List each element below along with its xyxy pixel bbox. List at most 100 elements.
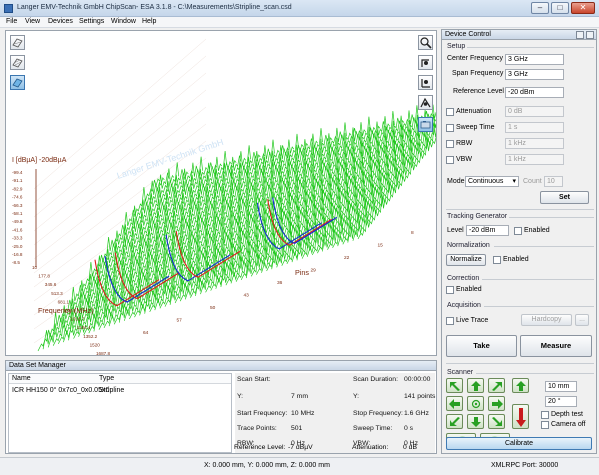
- move-up-right-button[interactable]: [488, 378, 505, 393]
- take-button[interactable]: Take: [446, 335, 517, 357]
- rotate-icon[interactable]: [418, 55, 433, 70]
- normalize-button[interactable]: Normalize: [446, 254, 486, 266]
- scan-duration-label: Scan Duration:: [353, 376, 398, 383]
- vbw-label: VBW: [456, 156, 472, 163]
- waterfall-plot[interactable]: I [dBµA] -20dBµA -99.4 -91.1 -82.9 -74.6 -66.…: [5, 30, 437, 356]
- move-down-button[interactable]: [467, 414, 484, 429]
- app-icon: [4, 4, 13, 13]
- stop-frequency-value: 1.6 GHz: [404, 410, 429, 417]
- move-icon[interactable]: [418, 95, 433, 110]
- move-down-right-button[interactable]: [488, 414, 505, 429]
- frequency-tick-label: 177.8: [38, 274, 50, 279]
- menu-help[interactable]: Help: [142, 18, 156, 25]
- reference-level-label: Reference Level: [453, 88, 504, 95]
- tracking-level-field[interactable]: -20 dBm: [466, 225, 509, 236]
- y-value: 7 mm: [291, 393, 308, 400]
- normalization-title: Normalization: [447, 242, 490, 249]
- correction-title: Correction: [447, 275, 480, 282]
- move-z-down-button[interactable]: [512, 404, 529, 429]
- tracking-level-label: Level: [447, 227, 464, 234]
- maximize-button[interactable]: □: [551, 2, 569, 14]
- camera-off-checkbox[interactable]: [541, 421, 549, 429]
- y-tick-label: -16.8: [12, 252, 23, 257]
- vbw-field[interactable]: 1 kHz: [505, 154, 564, 165]
- menu-view[interactable]: View: [25, 18, 40, 25]
- start-frequency-label: Start Frequency:: [237, 410, 288, 417]
- reference-level-info-label: Reference Level:: [234, 444, 286, 451]
- status-bar: X: 0.000 mm, Y: 0.000 mm, Z: 0.000 mm XM…: [0, 457, 599, 475]
- y-tick-label: -49.8: [12, 219, 23, 224]
- plot-view-icon[interactable]: [10, 35, 25, 50]
- menu-window[interactable]: Window: [111, 18, 136, 25]
- column-name-header[interactable]: Name: [12, 375, 31, 382]
- row-name-cell: ICR HH150 0° 0x7c0_0x0.05x0: [12, 387, 110, 394]
- menu-file[interactable]: File: [6, 18, 17, 25]
- move-right-button[interactable]: [488, 396, 505, 411]
- pin-tick-label: 15: [378, 243, 384, 249]
- rotation-angle-field[interactable]: 20 °: [545, 396, 577, 407]
- calibrate-button[interactable]: Calibrate: [446, 437, 592, 450]
- y-tick-label: -8.5: [12, 260, 20, 265]
- table-row[interactable]: ICR HH150 0° 0x7c0_0x0.05x0 Stripline: [10, 386, 230, 396]
- depth-test-checkbox[interactable]: [541, 411, 549, 419]
- device-control-title: Device Control: [445, 31, 491, 38]
- move-up-button[interactable]: [467, 378, 484, 393]
- move-left-button[interactable]: [446, 396, 463, 411]
- scan-duration-value: 00:00:00: [404, 376, 431, 383]
- sweep-time-field[interactable]: 1 s: [505, 122, 564, 133]
- step-size-field[interactable]: 10 mm: [545, 381, 577, 392]
- camera-off-label: Camera off: [551, 421, 586, 428]
- sweep-time-checkbox[interactable]: [446, 124, 454, 132]
- pan-icon[interactable]: [418, 75, 433, 90]
- rbw-checkbox[interactable]: [446, 140, 454, 148]
- y-tick-label: -82.9: [12, 186, 23, 191]
- close-panel-button[interactable]: [586, 31, 594, 39]
- menu-bar: File View Devices Settings Window Help: [0, 17, 599, 28]
- correction-enabled-checkbox[interactable]: [446, 286, 454, 294]
- pin-tick-label: 36: [277, 280, 283, 286]
- move-up-left-button[interactable]: [446, 378, 463, 393]
- mode-select[interactable]: Continuous ▾: [465, 176, 519, 187]
- y-tick-label: -33.3: [12, 236, 23, 241]
- home-position-button[interactable]: [467, 396, 484, 411]
- count-field[interactable]: 10: [544, 176, 563, 187]
- column-type-header[interactable]: Type: [99, 375, 114, 382]
- frequency-tick-label: 1352.2: [83, 334, 97, 339]
- pin-tick-label: 29: [311, 268, 317, 274]
- menu-settings[interactable]: Settings: [79, 18, 104, 25]
- hardcopy-button[interactable]: Hardcopy: [521, 314, 572, 326]
- tracking-enabled-checkbox[interactable]: [514, 227, 522, 235]
- surface-view-icon[interactable]: [10, 75, 25, 90]
- data-set-manager: Data Set Manager Name Type ICR HH150 0° …: [5, 360, 437, 454]
- frequency-tick-label: 345.6: [45, 282, 57, 287]
- normalization-enabled-checkbox[interactable]: [493, 256, 501, 264]
- attenuation-field[interactable]: 0 dB: [505, 106, 564, 117]
- rbw-field[interactable]: 1 kHz: [505, 138, 564, 149]
- y-tick-label: -58.1: [12, 211, 23, 216]
- menu-devices[interactable]: Devices: [48, 18, 73, 25]
- set-button[interactable]: Set: [540, 191, 589, 204]
- camera-icon[interactable]: [418, 117, 433, 132]
- reference-level-field[interactable]: -20 dBm: [505, 87, 564, 98]
- waterfall-view-icon[interactable]: [10, 55, 25, 70]
- vbw-checkbox[interactable]: [446, 156, 454, 164]
- scanner-title: Scanner: [447, 369, 474, 376]
- span-frequency-field[interactable]: 3 GHz: [505, 69, 564, 80]
- measure-button[interactable]: Measure: [520, 335, 592, 357]
- setup-bottom-separator: [446, 209, 594, 210]
- move-down-left-button[interactable]: [446, 414, 463, 429]
- data-set-list[interactable]: Name Type ICR HH150 0° 0x7c0_0x0.05x0 St…: [8, 373, 232, 453]
- hardcopy-options-button[interactable]: ...: [575, 314, 589, 326]
- float-panel-button[interactable]: [576, 31, 584, 39]
- center-frequency-field[interactable]: 3 GHz: [505, 54, 564, 65]
- acquisition-separator: [484, 306, 594, 307]
- live-trace-checkbox[interactable]: [446, 317, 454, 325]
- move-z-up-button[interactable]: [512, 378, 529, 393]
- zoom-icon[interactable]: [418, 35, 433, 50]
- close-button[interactable]: ✕: [571, 2, 595, 14]
- device-control-panel: Device Control Setup Center Frequency 3 …: [441, 29, 597, 454]
- attenuation-checkbox[interactable]: [446, 108, 454, 116]
- minimize-button[interactable]: –: [531, 2, 549, 14]
- y-tick-label: -25.0: [12, 244, 23, 249]
- depth-test-label: Depth test: [551, 411, 583, 418]
